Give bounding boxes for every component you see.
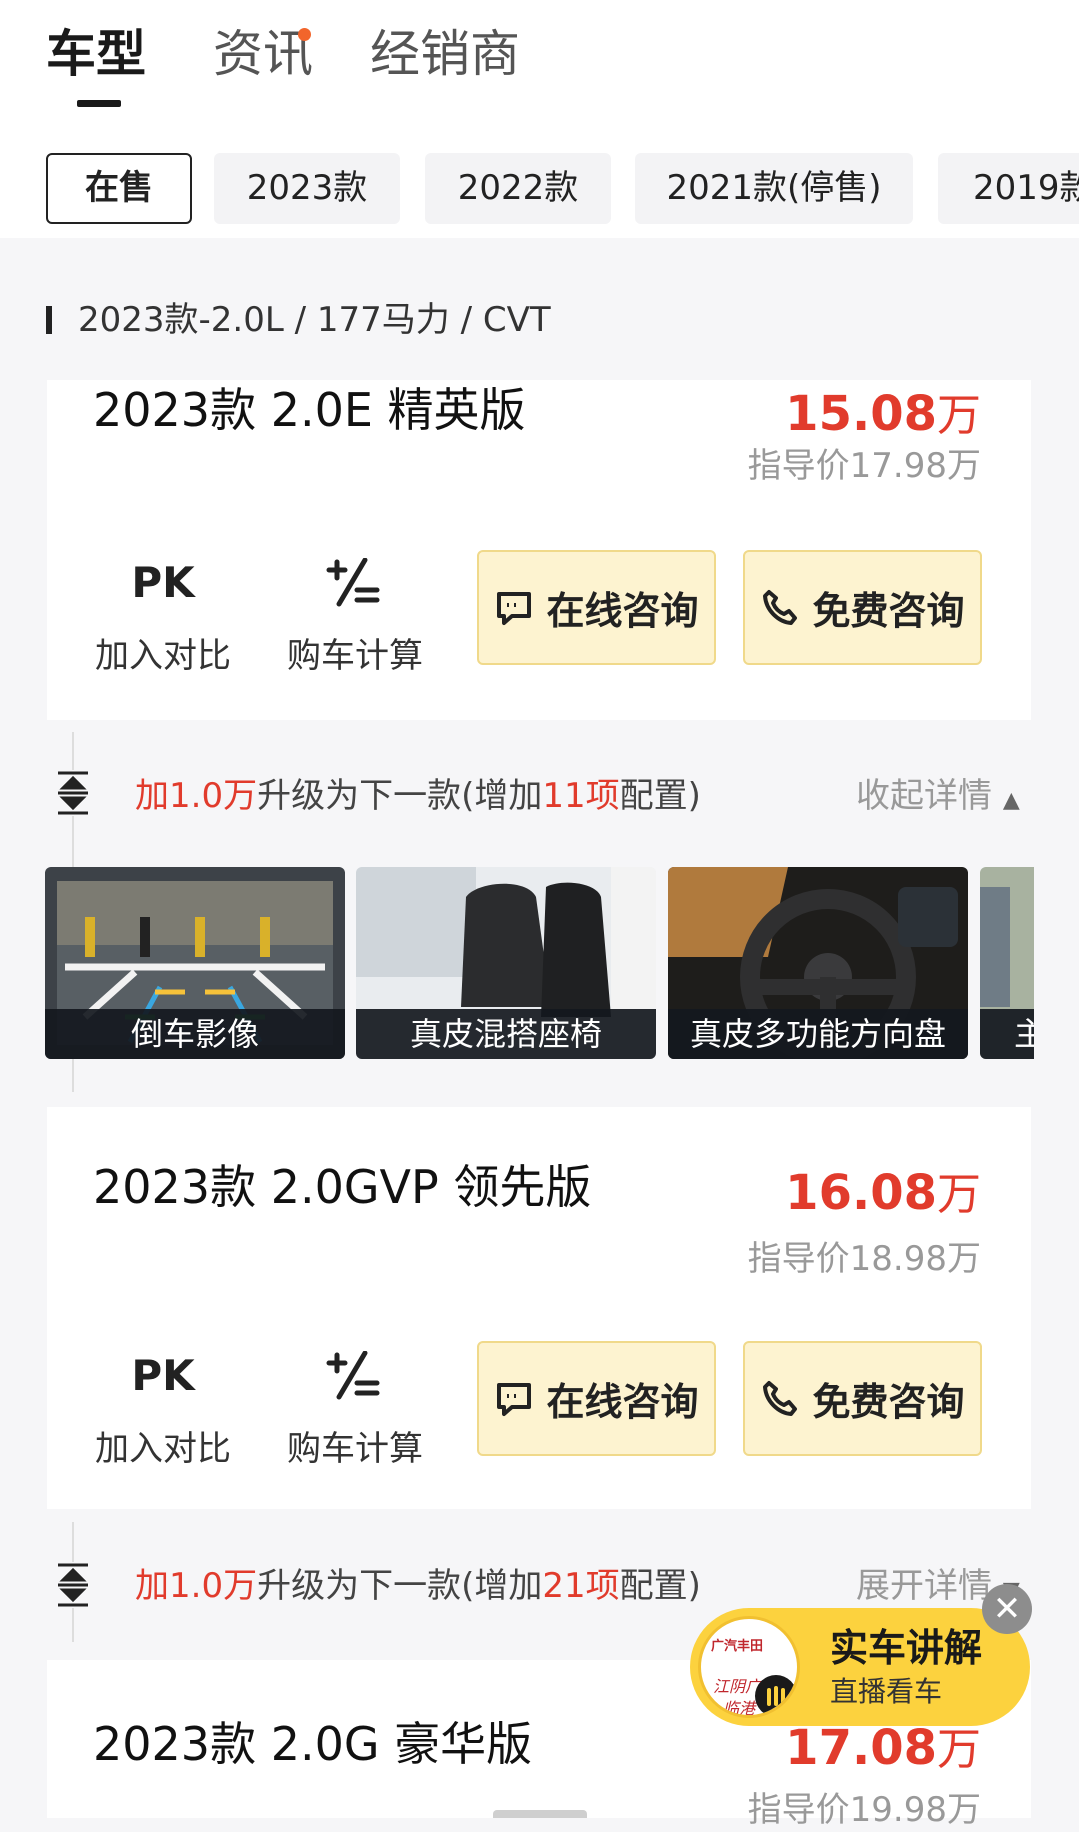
- guide-price: 指导价17.98万: [747, 446, 981, 486]
- pk-icon[interactable]: PK: [93, 558, 233, 607]
- live-bars-icon: [755, 1675, 797, 1715]
- phone-icon: [763, 589, 798, 625]
- caret-up-icon: ▲: [1002, 788, 1020, 813]
- dealer-avatar: 广汽丰田 江阴广 临港: [698, 1616, 800, 1718]
- scroll-handle[interactable]: [493, 1810, 587, 1818]
- chip-on-sale[interactable]: 在售: [46, 153, 192, 224]
- feature-thumb[interactable]: 倒车影像: [45, 867, 345, 1059]
- live-subtitle: 直播看车: [830, 1675, 943, 1708]
- collapse-details-link[interactable]: 收起详情 ▲: [856, 774, 1020, 823]
- calc-label[interactable]: 购车计算: [275, 1427, 435, 1471]
- calc-label[interactable]: 购车计算: [275, 634, 435, 678]
- car-card-1: 2023款 2.0E 精英版 15.08万 指导价17.98万 PK 加入对比 …: [47, 380, 1031, 720]
- feature-caption: 主: [980, 1009, 1034, 1059]
- feature-caption: 倒车影像: [45, 1009, 345, 1059]
- upgrade-text-1: 加1.0万升级为下一款(增加11项配置): [135, 776, 701, 816]
- active-tab-indicator: [77, 100, 121, 107]
- calculator-icon[interactable]: [283, 557, 423, 618]
- feature-thumb[interactable]: 真皮多功能方向盘: [668, 867, 968, 1059]
- calculator-icon[interactable]: [283, 1350, 423, 1411]
- feature-caption: 真皮混搭座椅: [356, 1009, 656, 1059]
- guide-price: 指导价18.98万: [747, 1239, 981, 1279]
- group-marker: [46, 306, 52, 334]
- feature-thumb[interactable]: 主: [980, 867, 1034, 1059]
- chip-2021[interactable]: 2021款(停售): [635, 153, 913, 224]
- car-name: 2023款 2.0G 豪华版: [93, 1717, 533, 1771]
- feature-caption: 真皮多功能方向盘: [668, 1009, 968, 1059]
- free-consult-button[interactable]: 免费咨询: [743, 550, 982, 665]
- brand-logo: 广汽丰田: [711, 1639, 764, 1654]
- chip-2019[interactable]: 2019款: [938, 153, 1079, 224]
- guide-price: 指导价19.98万: [747, 1790, 981, 1830]
- phone-icon: [763, 1380, 798, 1416]
- online-consult-button[interactable]: 在线咨询: [477, 1341, 716, 1456]
- pk-icon[interactable]: PK: [93, 1351, 233, 1400]
- live-stream-widget[interactable]: 广汽丰田 江阴广 临港 实车讲解 直播看车: [690, 1608, 1030, 1726]
- car-price: 16.08万: [785, 1165, 981, 1221]
- car-name: 2023款 2.0GVP 领先版: [93, 1160, 592, 1214]
- chip-2023[interactable]: 2023款: [214, 153, 400, 224]
- chat-icon: [497, 1382, 532, 1416]
- live-title: 实车讲解: [830, 1626, 983, 1670]
- compare-label[interactable]: 加入对比: [83, 634, 243, 678]
- top-bar: 车型 资讯 经销商 在售 2023款 2022款 2021款(停售) 2019款: [0, 0, 1079, 238]
- online-consult-button[interactable]: 在线咨询: [477, 550, 716, 665]
- chat-icon: [497, 591, 532, 625]
- compress-icon: [56, 770, 90, 816]
- group-label: 2023款-2.0L / 177马力 / CVT: [78, 300, 551, 340]
- tab-car-models[interactable]: 车型: [46, 22, 146, 86]
- compress-icon: [56, 1562, 90, 1608]
- close-icon[interactable]: ✕: [982, 1584, 1032, 1634]
- chip-2022[interactable]: 2022款: [425, 153, 611, 224]
- news-badge-dot: [298, 28, 311, 41]
- tab-dealers[interactable]: 经销商: [370, 22, 520, 86]
- car-price: 15.08万: [785, 386, 981, 442]
- car-price: 17.08万: [785, 1720, 981, 1776]
- compare-label[interactable]: 加入对比: [83, 1427, 243, 1471]
- free-consult-button[interactable]: 免费咨询: [743, 1341, 982, 1456]
- upgrade-text-2: 加1.0万升级为下一款(增加21项配置): [135, 1566, 701, 1606]
- car-card-2: 2023款 2.0GVP 领先版 16.08万 指导价18.98万 PK 加入对…: [47, 1107, 1031, 1509]
- feature-thumb[interactable]: 真皮混搭座椅: [356, 867, 656, 1059]
- car-name: 2023款 2.0E 精英版: [93, 383, 526, 437]
